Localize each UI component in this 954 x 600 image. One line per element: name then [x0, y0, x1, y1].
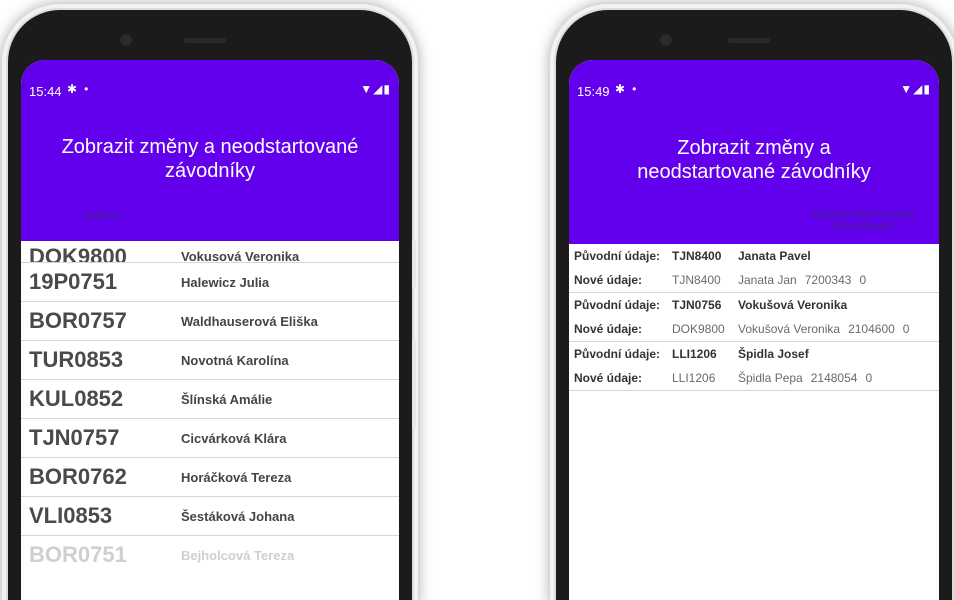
list-item[interactable]: KUL0852 Šlínská Amálie: [21, 380, 399, 419]
competitor-code: BOR0751: [29, 542, 127, 567]
new-name: Janata Jan: [738, 273, 797, 287]
list-item[interactable]: BOR0757 Waldhauserová Eliška: [21, 302, 399, 341]
page-title: Zobrazit změny a neodstartované závodník…: [61, 136, 359, 182]
phone-left: 15:44 ✱ • ▼◢▮ Zobrazit změny a neodstarto…: [8, 10, 416, 600]
changes-list: DOK9800 Vokusová Veronika 19P0751 Halewi…: [21, 241, 399, 581]
app-bar: Zobrazit změny a neodstartované závodník…: [21, 120, 399, 241]
status-right-icons: ▼◢▮: [900, 82, 931, 96]
competitor-code: TJN0757: [29, 425, 120, 450]
signal-icon: ◢: [373, 82, 384, 96]
screen-left: 15:44 ✱ • ▼◢▮ Zobrazit změny a neodstarto…: [21, 60, 399, 600]
original-label: Původní údaje:: [574, 298, 661, 312]
status-time: 15:49: [577, 84, 610, 99]
dot-icon: •: [84, 82, 89, 96]
original-label: Původní údaje:: [574, 347, 661, 361]
new-extra: 0: [865, 371, 873, 385]
original-label: Původní údaje:: [574, 249, 661, 263]
list-item[interactable]: TJN0757 Cicvárková Klára: [21, 419, 399, 458]
status-left-icons: ✱ •: [67, 82, 95, 96]
competitor-code: BOR0762: [29, 464, 127, 489]
status-right-icons: ▼◢▮: [360, 82, 391, 96]
battery-icon: ▮: [383, 82, 391, 96]
new-code: LLI1206: [672, 371, 716, 385]
original-data-row[interactable]: Původní údaje: TJN0756 Vokušová Veronika: [569, 293, 939, 317]
page-title: Zobrazit změny a neodstartované závodník…: [637, 137, 871, 183]
front-camera: [120, 34, 132, 46]
new-number: 7200343: [804, 273, 852, 287]
competitor-code: VLI0853: [29, 503, 113, 528]
competitor-code: BOR0757: [29, 308, 127, 333]
original-name: Špidla Josef: [738, 347, 809, 361]
list-item[interactable]: VLI0853 Šestáková Johana: [21, 497, 399, 536]
new-data-row[interactable]: Nové údaje: LLI1206 Špidla Pepa 2148054 …: [569, 366, 939, 391]
competitor-code: 19P0751: [29, 269, 118, 294]
screen-right: 15:49 ✱ • ▼◢▮ Zobrazit změny a neodstarto…: [569, 60, 939, 600]
new-code: DOK9800: [672, 322, 725, 336]
competitor-code: DOK9800: [29, 244, 127, 263]
original-data-row[interactable]: Původní údaje: LLI1206 Špidla Josef: [569, 342, 939, 366]
front-camera: [660, 34, 672, 46]
new-extra: 0: [902, 322, 910, 336]
battery-icon: ▮: [923, 82, 931, 96]
competitor-name: Bejholcová Tereza: [181, 547, 295, 563]
status-time: 15:44: [29, 84, 62, 99]
speaker-grille: [728, 38, 770, 43]
competitor-name: Novotná Karolína: [181, 352, 289, 368]
competitor-code: KUL0852: [29, 386, 124, 411]
gear-icon: ✱: [615, 82, 626, 96]
competitor-name: Vokusová Veronika: [181, 249, 300, 263]
competitor-name: Cicvárková Klára: [181, 430, 287, 446]
wifi-icon: ▼: [900, 82, 914, 96]
original-data-row[interactable]: Původní údaje: TJN8400 Janata Pavel: [569, 244, 939, 268]
tab-unstarted[interactable]: NEODSTARTOVANÍ ZÁVODNÍCI: [789, 210, 939, 234]
list-item[interactable]: 19P0751 Halewicz Julia: [21, 263, 399, 302]
speaker-grille: [184, 38, 226, 43]
new-number: 2104600: [848, 322, 895, 336]
competitor-name: Horáčková Tereza: [181, 469, 292, 485]
new-extra: 0: [859, 273, 867, 287]
power-button: [412, 340, 416, 428]
new-label: Nové údaje:: [574, 371, 643, 385]
new-name: Špidla Pepa: [738, 371, 803, 385]
original-code: TJN0756: [672, 298, 722, 312]
volume-button: [412, 240, 416, 288]
competitor-name: Šlínská Amálie: [181, 391, 273, 407]
status-bar: 15:49 ✱ • ▼◢▮: [569, 60, 939, 120]
new-label: Nové údaje:: [574, 322, 643, 336]
competitor-name: Waldhauserová Eliška: [181, 313, 318, 329]
dot-icon: •: [632, 82, 637, 96]
new-code: TJN8400: [672, 273, 721, 287]
status-left-icons: ✱ •: [615, 82, 643, 96]
list-item[interactable]: BOR0751 Bejholcová Tereza: [21, 536, 399, 574]
competitor-name: Halewicz Julia: [181, 274, 270, 290]
list-item[interactable]: TUR0853 Novotná Karolína: [21, 341, 399, 380]
wifi-icon: ▼: [360, 82, 374, 96]
competitor-name: Šestáková Johana: [181, 508, 295, 524]
new-data-row[interactable]: Nové údaje: DOK9800 Vokušová Veronika 21…: [569, 317, 939, 342]
app-bar: Zobrazit změny a neodstartované závodník…: [569, 120, 939, 244]
original-code: TJN8400: [672, 249, 722, 263]
status-bar: 15:44 ✱ • ▼◢▮: [21, 60, 399, 120]
signal-icon: ◢: [913, 82, 924, 96]
competitor-code: TUR0853: [29, 347, 124, 372]
original-name: Vokušová Veronika: [738, 298, 848, 312]
unstarted-list: Původní údaje: TJN8400 Janata Pavel Nové…: [569, 244, 939, 391]
tab-changes[interactable]: ZMĚNY: [63, 211, 143, 223]
phone-right: 15:49 ✱ • ▼◢▮ Zobrazit změny a neodstarto…: [556, 10, 952, 600]
new-label: Nové údaje:: [574, 273, 643, 287]
gear-icon: ✱: [67, 82, 78, 96]
original-code: LLI1206: [672, 347, 717, 361]
new-data-row[interactable]: Nové údaje: TJN8400 Janata Jan 7200343 0: [569, 268, 939, 293]
new-name: Vokušová Veronika: [738, 322, 841, 336]
original-name: Janata Pavel: [738, 249, 811, 263]
new-number: 2148054: [810, 371, 858, 385]
list-item[interactable]: DOK9800 Vokusová Veronika: [21, 241, 399, 263]
list-item[interactable]: BOR0762 Horáčková Tereza: [21, 458, 399, 497]
